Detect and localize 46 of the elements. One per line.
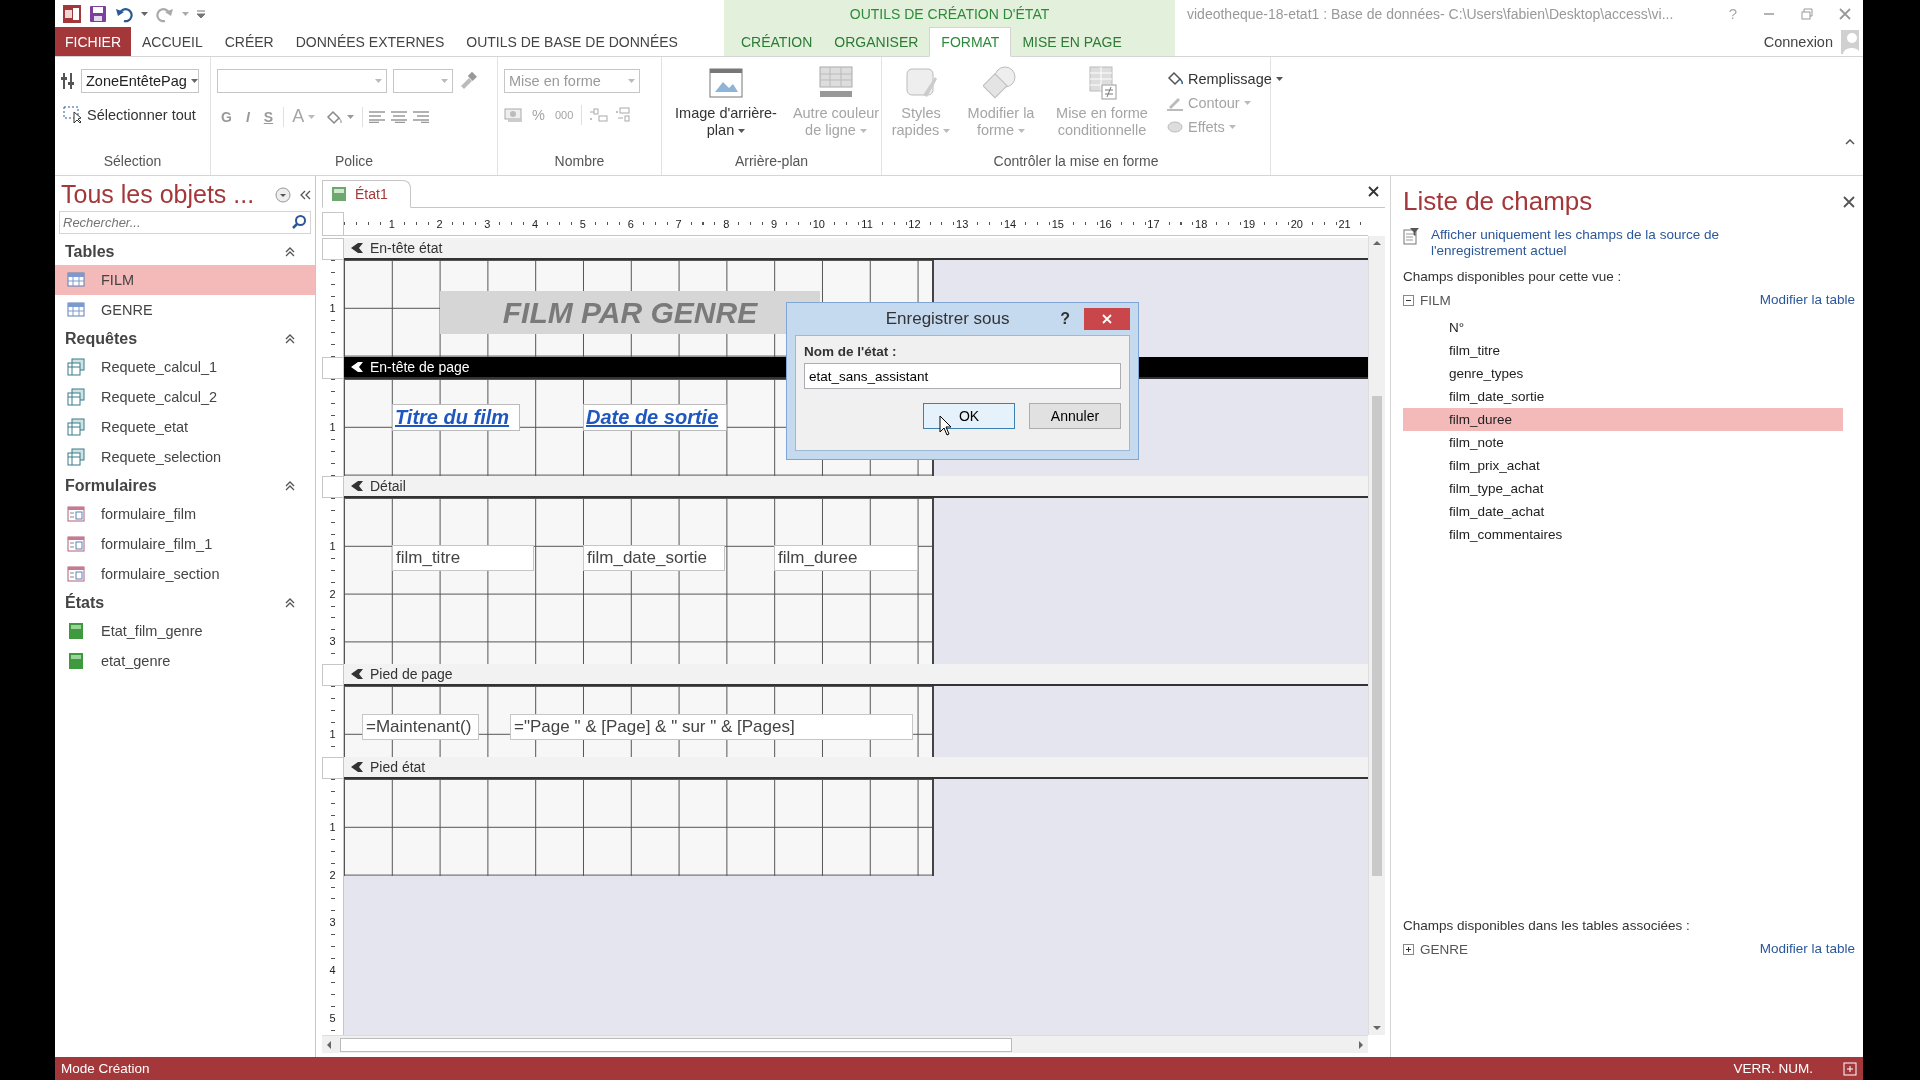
ruler-number: 1 bbox=[387, 217, 396, 230]
ruler-number: 14 bbox=[1002, 217, 1018, 230]
ruler-number: 4 bbox=[329, 964, 336, 977]
ruler-number: 15 bbox=[1050, 217, 1065, 230]
ruler-number: 1 bbox=[329, 301, 336, 314]
ruler-number: 16 bbox=[1098, 217, 1113, 230]
dialog-title: Enregistrer sous bbox=[884, 309, 1011, 329]
ruler-number: 17 bbox=[1146, 217, 1161, 230]
ribbon-group-label: Contrôler la mise en forme bbox=[992, 153, 1160, 171]
ruler-number: 21 bbox=[1337, 217, 1352, 230]
window-title: videotheque-18-etat1 : Base de données- C:\Users\fabien\Desktop\access\vi... bbox=[1186, 4, 1675, 24]
ruler-number: 5 bbox=[329, 1012, 336, 1024]
view-mode-text: Mode Création bbox=[61, 1061, 151, 1076]
ribbon-group-label: Sélection bbox=[102, 153, 163, 171]
ruler-number: 7 bbox=[674, 217, 683, 230]
section-label: Champs disponibles pour cette vue : bbox=[1403, 269, 1623, 285]
ruler-number: 9 bbox=[770, 217, 779, 230]
ruler-number: 10 bbox=[811, 217, 826, 230]
num-lock-indicator: VERR. NUM. bbox=[1733, 1061, 1813, 1076]
ruler-number: 19 bbox=[1241, 217, 1257, 230]
field-label: Nom de l'état : bbox=[804, 344, 898, 359]
ruler-number: 2 bbox=[329, 587, 336, 600]
ruler-number: 13 bbox=[955, 217, 970, 230]
ruler-number: 2 bbox=[435, 217, 444, 230]
ruler-number: 18 bbox=[1194, 217, 1209, 230]
ribbon-group-label: Arrière-plan bbox=[733, 153, 810, 171]
ruler-number: 11 bbox=[860, 217, 874, 230]
ruler-number: 3 bbox=[329, 635, 336, 648]
ruler-number: 20 bbox=[1289, 217, 1304, 230]
ruler-number: 2 bbox=[329, 868, 336, 881]
ruler-number: 3 bbox=[483, 217, 492, 230]
section-label: Champs disponibles dans les tables associées : bbox=[1403, 918, 1691, 933]
ruler-number: 8 bbox=[722, 217, 731, 230]
ruler-number: 5 bbox=[578, 217, 587, 230]
ruler-number: 1 bbox=[329, 727, 336, 740]
ribbon-group-label: Police bbox=[333, 153, 375, 171]
ruler-number: 1 bbox=[329, 539, 336, 552]
ruler-number: 1 bbox=[329, 420, 336, 433]
ruler-number: 12 bbox=[907, 217, 922, 230]
contextual-tab-group-title: OUTILS DE CRÉATION D'ÉTAT bbox=[724, 0, 1175, 27]
ruler-number: 1 bbox=[329, 820, 336, 833]
ruler-number: 6 bbox=[626, 217, 635, 230]
ribbon-group-label: Nombre bbox=[553, 153, 606, 171]
ruler-number: 4 bbox=[531, 217, 540, 230]
pane-title: Liste de champs bbox=[1403, 186, 1593, 217]
ruler-number: 3 bbox=[329, 916, 336, 929]
